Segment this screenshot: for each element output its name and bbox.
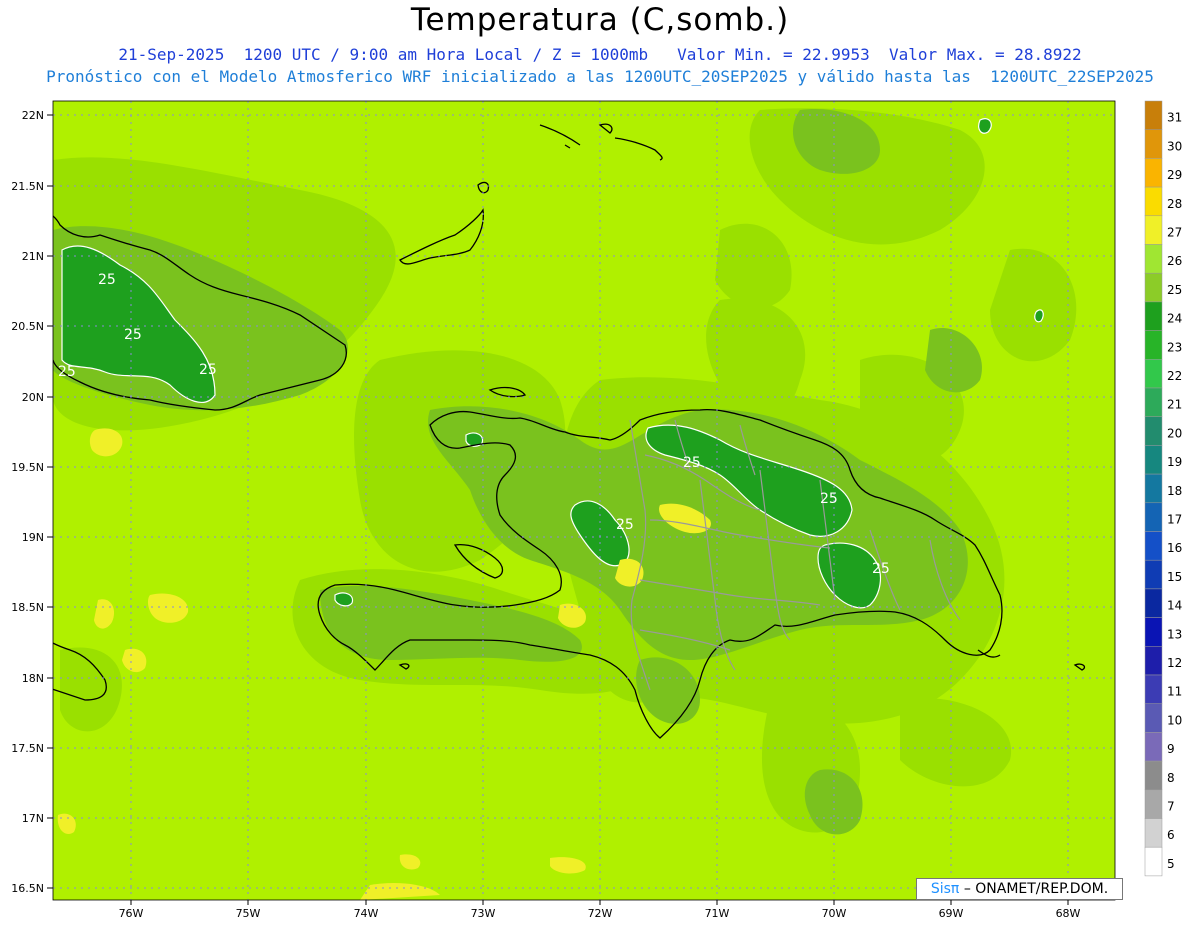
colorbar-label: 13	[1167, 627, 1182, 641]
colorbar-label: 6	[1167, 828, 1175, 842]
lat-label: 19N	[22, 531, 44, 544]
colorbar-swatch	[1144, 387, 1163, 417]
colorbar-label: 24	[1167, 312, 1182, 326]
organization-label: – ONAMET/REP.DOM.	[963, 881, 1109, 897]
colorbar-swatch	[1144, 129, 1163, 159]
contour-label: 25	[58, 364, 76, 380]
colorbar-label: 8	[1167, 771, 1175, 785]
colorbar-swatch	[1144, 359, 1163, 389]
lon-label: 68W	[1056, 907, 1081, 920]
colorbar-label: 25	[1167, 283, 1182, 297]
colorbar-swatch	[1144, 416, 1163, 446]
colorbar-swatch	[1144, 818, 1163, 848]
temperature-field: 25 25 25 25 25 25 25 25	[53, 101, 1115, 900]
colorbar-swatch	[1144, 445, 1163, 475]
colorbar-label: 21	[1167, 398, 1182, 412]
contour-label: 25	[199, 362, 217, 378]
lat-label: 21.5N	[11, 180, 44, 193]
colorbar-swatch	[1144, 703, 1163, 733]
lat-label: 16.5N	[11, 882, 44, 895]
colorbar-label: 17	[1167, 513, 1182, 527]
colorbar-swatch	[1144, 789, 1163, 819]
colorbar-swatch	[1144, 301, 1163, 331]
temperature-map: 25 25 25 25 25 25 25 25 22N 21.5N 21N 20…	[11, 100, 1182, 920]
colorbar-swatch	[1144, 760, 1163, 791]
lon-label: 69W	[939, 907, 964, 920]
colorbar-swatch	[1144, 100, 1163, 130]
colorbar-label: 29	[1167, 168, 1182, 182]
lat-label: 21N	[22, 250, 44, 263]
colorbar-swatch	[1144, 646, 1163, 676]
colorbar-label: 26	[1167, 254, 1182, 268]
colorbar-label: 15	[1167, 570, 1182, 584]
colorbar-label: 12	[1167, 656, 1182, 670]
colorbar-label: 19	[1167, 455, 1182, 469]
contour-label: 25	[872, 561, 890, 577]
lon-label: 72W	[588, 907, 613, 920]
sispi-logo-text: Sisπ	[930, 881, 960, 897]
colorbar-label: 20	[1167, 426, 1182, 440]
lat-label: 20.5N	[11, 320, 44, 333]
colorbar-swatch	[1144, 559, 1163, 590]
contour-label: 25	[616, 517, 634, 533]
colorbar-label: 27	[1167, 226, 1182, 240]
colorbar-swatch	[1144, 502, 1163, 532]
colorbar-label: 7	[1167, 800, 1175, 814]
colorbar-swatch	[1144, 674, 1163, 704]
lon-label: 76W	[119, 907, 144, 920]
credit-box: Sisπ – ONAMET/REP.DOM.	[916, 878, 1123, 900]
contour-label: 25	[98, 272, 116, 288]
colorbar-label: 30	[1167, 139, 1182, 153]
colorbar-swatch	[1144, 473, 1163, 504]
lat-label: 18N	[22, 672, 44, 685]
colorbar: 31 30 29 28 27 26 25 24 23 22 21 20 19 18 17 16 15 14 13 12…	[1144, 100, 1182, 877]
colorbar-label: 9	[1167, 742, 1175, 756]
colorbar-swatch	[1144, 531, 1163, 561]
colorbar-label: 22	[1167, 369, 1182, 383]
colorbar-label: 18	[1167, 484, 1182, 498]
colorbar-label: 10	[1167, 713, 1182, 727]
latitude-axis: 22N 21.5N 21N 20.5N 20N 19.5N 19N 18.5N …	[11, 109, 44, 895]
colorbar-label: 14	[1167, 599, 1182, 613]
contour-label: 25	[124, 327, 142, 343]
colorbar-label: 16	[1167, 541, 1182, 555]
colorbar-swatch	[1144, 330, 1163, 360]
lat-label: 19.5N	[11, 461, 44, 474]
colorbar-label: 23	[1167, 340, 1182, 354]
lat-label: 17.5N	[11, 742, 44, 755]
colorbar-swatch	[1144, 846, 1163, 877]
lon-label: 74W	[354, 907, 379, 920]
colorbar-label: 28	[1167, 197, 1182, 211]
lat-label: 20N	[22, 391, 44, 404]
colorbar-swatch	[1144, 272, 1163, 303]
colorbar-label: 31	[1167, 111, 1182, 125]
lon-label: 71W	[705, 907, 730, 920]
lat-label: 18.5N	[11, 601, 44, 614]
colorbar-swatch	[1144, 244, 1163, 274]
contour-label: 25	[683, 455, 701, 471]
lon-label: 73W	[471, 907, 496, 920]
lon-label: 70W	[822, 907, 847, 920]
colorbar-swatch	[1144, 617, 1163, 647]
colorbar-swatch	[1144, 588, 1163, 618]
contour-label: 25	[820, 491, 838, 507]
lat-label: 22N	[22, 109, 44, 122]
colorbar-swatch	[1144, 215, 1163, 245]
lon-label: 75W	[236, 907, 261, 920]
colorbar-swatch	[1144, 732, 1163, 762]
longitude-axis: 76W 75W 74W 73W 72W 71W 70W 69W 68W	[119, 907, 1081, 920]
colorbar-swatch	[1144, 158, 1163, 188]
colorbar-label: 5	[1167, 857, 1175, 871]
colorbar-label: 11	[1167, 685, 1182, 699]
colorbar-swatch	[1144, 186, 1163, 217]
lat-label: 17N	[22, 812, 44, 825]
